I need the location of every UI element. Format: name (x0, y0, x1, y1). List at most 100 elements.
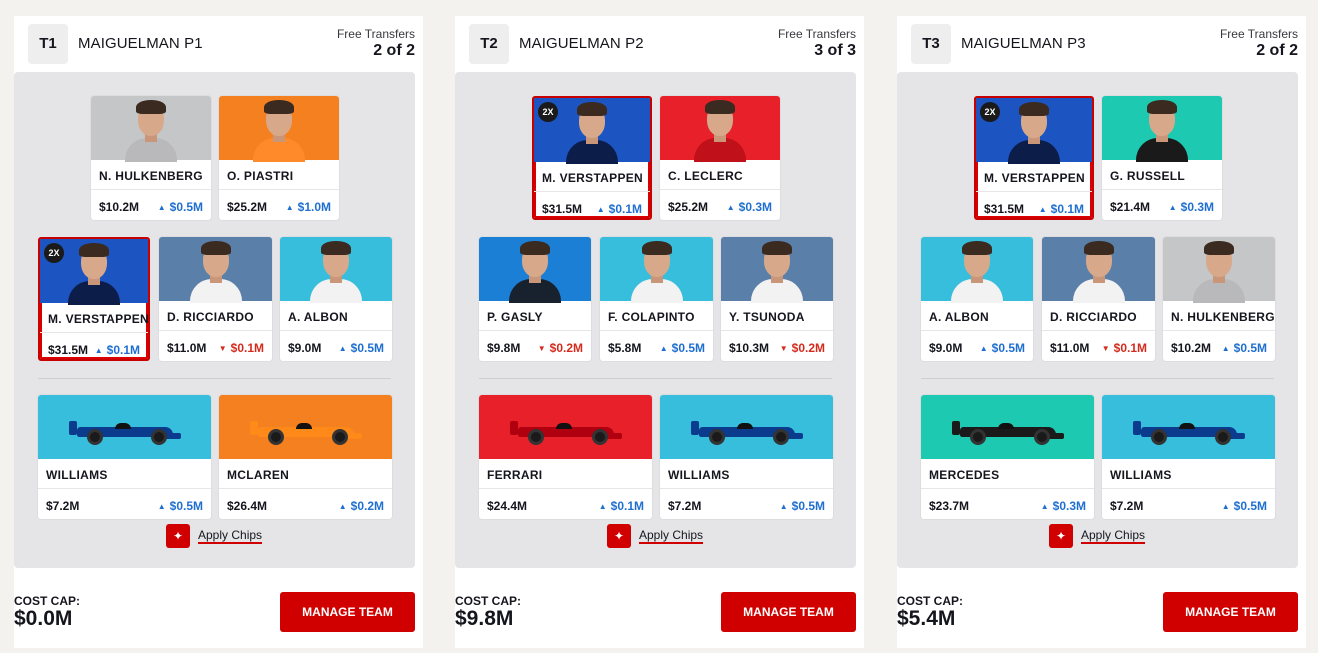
constructor-card[interactable]: WILLIAMS $7.2M ▲ $0.5M (38, 395, 211, 519)
price-label: $10.2M (1171, 341, 1212, 355)
driver-icon (630, 239, 683, 303)
constructor-card[interactable]: MCLAREN $26.4M ▲ $0.2M (219, 395, 392, 519)
arrow-up-icon: ▲ (596, 205, 605, 214)
car-icon (1132, 417, 1245, 447)
card-divider (534, 191, 650, 192)
card-divider (38, 488, 211, 489)
driver-icon (694, 98, 746, 162)
price-change-value: $0.3M (738, 200, 772, 214)
price-change: ▼ $0.1M (1102, 341, 1147, 355)
price-change-value: $0.5M (791, 499, 825, 513)
price-change: ▼ $0.2M (538, 341, 583, 355)
arrow-up-icon: ▲ (1168, 203, 1177, 212)
manage-team-button[interactable]: MANAGE TEAM (280, 592, 415, 632)
team-name: MAIGUELMAN P1 (78, 35, 203, 52)
price-change: ▲ $0.5M (980, 341, 1025, 355)
driver-portrait (921, 237, 1033, 303)
section-divider (921, 378, 1274, 379)
section-divider (479, 378, 832, 379)
manage-team-button[interactable]: MANAGE TEAM (1163, 592, 1298, 632)
price-change: ▲ $0.5M (660, 341, 705, 355)
cost-cap-value: $5.4M (897, 607, 956, 630)
driver-card[interactable]: O. PIASTRI $25.2M ▲ $1.0M (219, 96, 339, 220)
driver-card[interactable]: C. LECLERC $25.2M ▲ $0.3M (660, 96, 780, 220)
team-pitch: 2X M. VERSTAPPEN $31.5M ▲ $0.1M G. RUSSELL $21… (897, 72, 1298, 568)
driver-portrait (721, 237, 833, 303)
price-label: $11.0M (1050, 341, 1090, 355)
card-divider (1042, 330, 1155, 331)
price-change-value: $0.2M (791, 341, 825, 355)
driver-card[interactable]: Y. TSUNODA $10.3M ▼ $0.2M (721, 237, 833, 361)
driver-card[interactable]: F. COLAPINTO $5.8M ▲ $0.5M (600, 237, 713, 361)
driver-portrait (660, 96, 780, 162)
arrow-up-icon: ▲ (285, 203, 294, 212)
driver-card[interactable]: 2X M. VERSTAPPEN $31.5M ▲ $0.1M (532, 96, 652, 220)
cost-cap-label: COST CAP: (897, 594, 963, 608)
price-change: ▲ $0.5M (1222, 341, 1267, 355)
price-change-value: $0.5M (350, 341, 384, 355)
name-label: M. VERSTAPPEN (48, 312, 150, 326)
arrow-up-icon: ▲ (779, 502, 788, 511)
team-header: T1 MAIGUELMAN P1 Free Transfers 2 of 2 (14, 16, 423, 72)
price-change: ▼ $0.2M (780, 341, 825, 355)
card-divider (660, 488, 833, 489)
name-label: WILLIAMS (1110, 468, 1172, 482)
price-label: $5.8M (608, 341, 642, 355)
constructor-card[interactable]: FERRARI $24.4M ▲ $0.1M (479, 395, 652, 519)
driver-card[interactable]: P. GASLY $9.8M ▼ $0.2M (479, 237, 591, 361)
team-panel: T2 MAIGUELMAN P2 Free Transfers 3 of 3 2X M. … (455, 16, 864, 648)
card-divider (600, 330, 713, 331)
driver-card[interactable]: 2X M. VERSTAPPEN $31.5M ▲ $0.1M (38, 237, 150, 361)
name-label: C. LECLERC (668, 169, 743, 183)
driver-icon (509, 239, 561, 303)
driver-portrait (159, 237, 272, 303)
price-label: $7.2M (1110, 499, 1144, 513)
car-image (1102, 395, 1275, 459)
name-label: O. PIASTRI (227, 169, 294, 183)
constructor-card[interactable]: WILLIAMS $7.2M ▲ $0.5M (1102, 395, 1275, 519)
driver-icon (253, 98, 305, 162)
driver-card[interactable]: A. ALBON $9.0M ▲ $0.5M (921, 237, 1033, 361)
free-transfers-label: Free Transfers (777, 27, 856, 41)
name-label: A. ALBON (929, 310, 989, 324)
driver-card[interactable]: D. RICCIARDO $11.0M ▼ $0.1M (159, 237, 272, 361)
card-divider (219, 488, 392, 489)
card-divider (1163, 330, 1275, 331)
driver-card[interactable]: N. HULKENBERG $10.2M ▲ $0.5M (1163, 237, 1275, 361)
price-change: ▲ $0.1M (599, 499, 644, 513)
cost-cap-value: $9.8M (455, 607, 514, 630)
price-change: ▲ $0.2M (339, 499, 384, 513)
driver-icon (751, 239, 803, 303)
constructor-card[interactable]: MERCEDES $23.7M ▲ $0.3M (921, 395, 1094, 519)
constructor-card[interactable]: WILLIAMS $7.2M ▲ $0.5M (660, 395, 833, 519)
driver-icon (1193, 239, 1245, 303)
card-divider (479, 488, 652, 489)
arrow-up-icon: ▲ (1038, 205, 1047, 214)
name-label: D. RICCIARDO (1050, 310, 1137, 324)
price-label: $31.5M (542, 202, 583, 216)
name-label: N. HULKENBERG (1171, 310, 1275, 324)
price-change-value: $0.5M (1233, 499, 1267, 513)
driver-portrait (280, 237, 392, 303)
price-change: ▲ $0.3M (727, 200, 772, 214)
driver-card[interactable]: A. ALBON $9.0M ▲ $0.5M (280, 237, 392, 361)
arrow-down-icon: ▼ (779, 344, 788, 353)
driver-card[interactable]: D. RICCIARDO $11.0M ▼ $0.1M (1042, 237, 1155, 361)
name-label: MERCEDES (929, 468, 1000, 482)
price-change-value: $1.0M (297, 200, 331, 214)
driver-card[interactable]: G. RUSSELL $21.4M ▲ $0.3M (1102, 96, 1222, 220)
card-divider (721, 330, 833, 331)
arrow-up-icon: ▲ (157, 203, 166, 212)
arrow-up-icon: ▲ (94, 346, 103, 355)
manage-team-button[interactable]: MANAGE TEAM (721, 592, 856, 632)
driver-portrait (600, 237, 713, 303)
driver-card[interactable]: 2X M. VERSTAPPEN $31.5M ▲ $0.1M (974, 96, 1094, 220)
price-change: ▲ $0.1M (597, 202, 642, 216)
driver-card[interactable]: N. HULKENBERG $10.2M ▲ $0.5M (91, 96, 211, 220)
name-label: WILLIAMS (668, 468, 730, 482)
price-change-value: $0.5M (169, 200, 203, 214)
price-label: $9.0M (288, 341, 322, 355)
arrow-up-icon: ▲ (1221, 344, 1230, 353)
price-label: $31.5M (984, 202, 1025, 216)
price-change-value: $0.3M (1052, 499, 1086, 513)
